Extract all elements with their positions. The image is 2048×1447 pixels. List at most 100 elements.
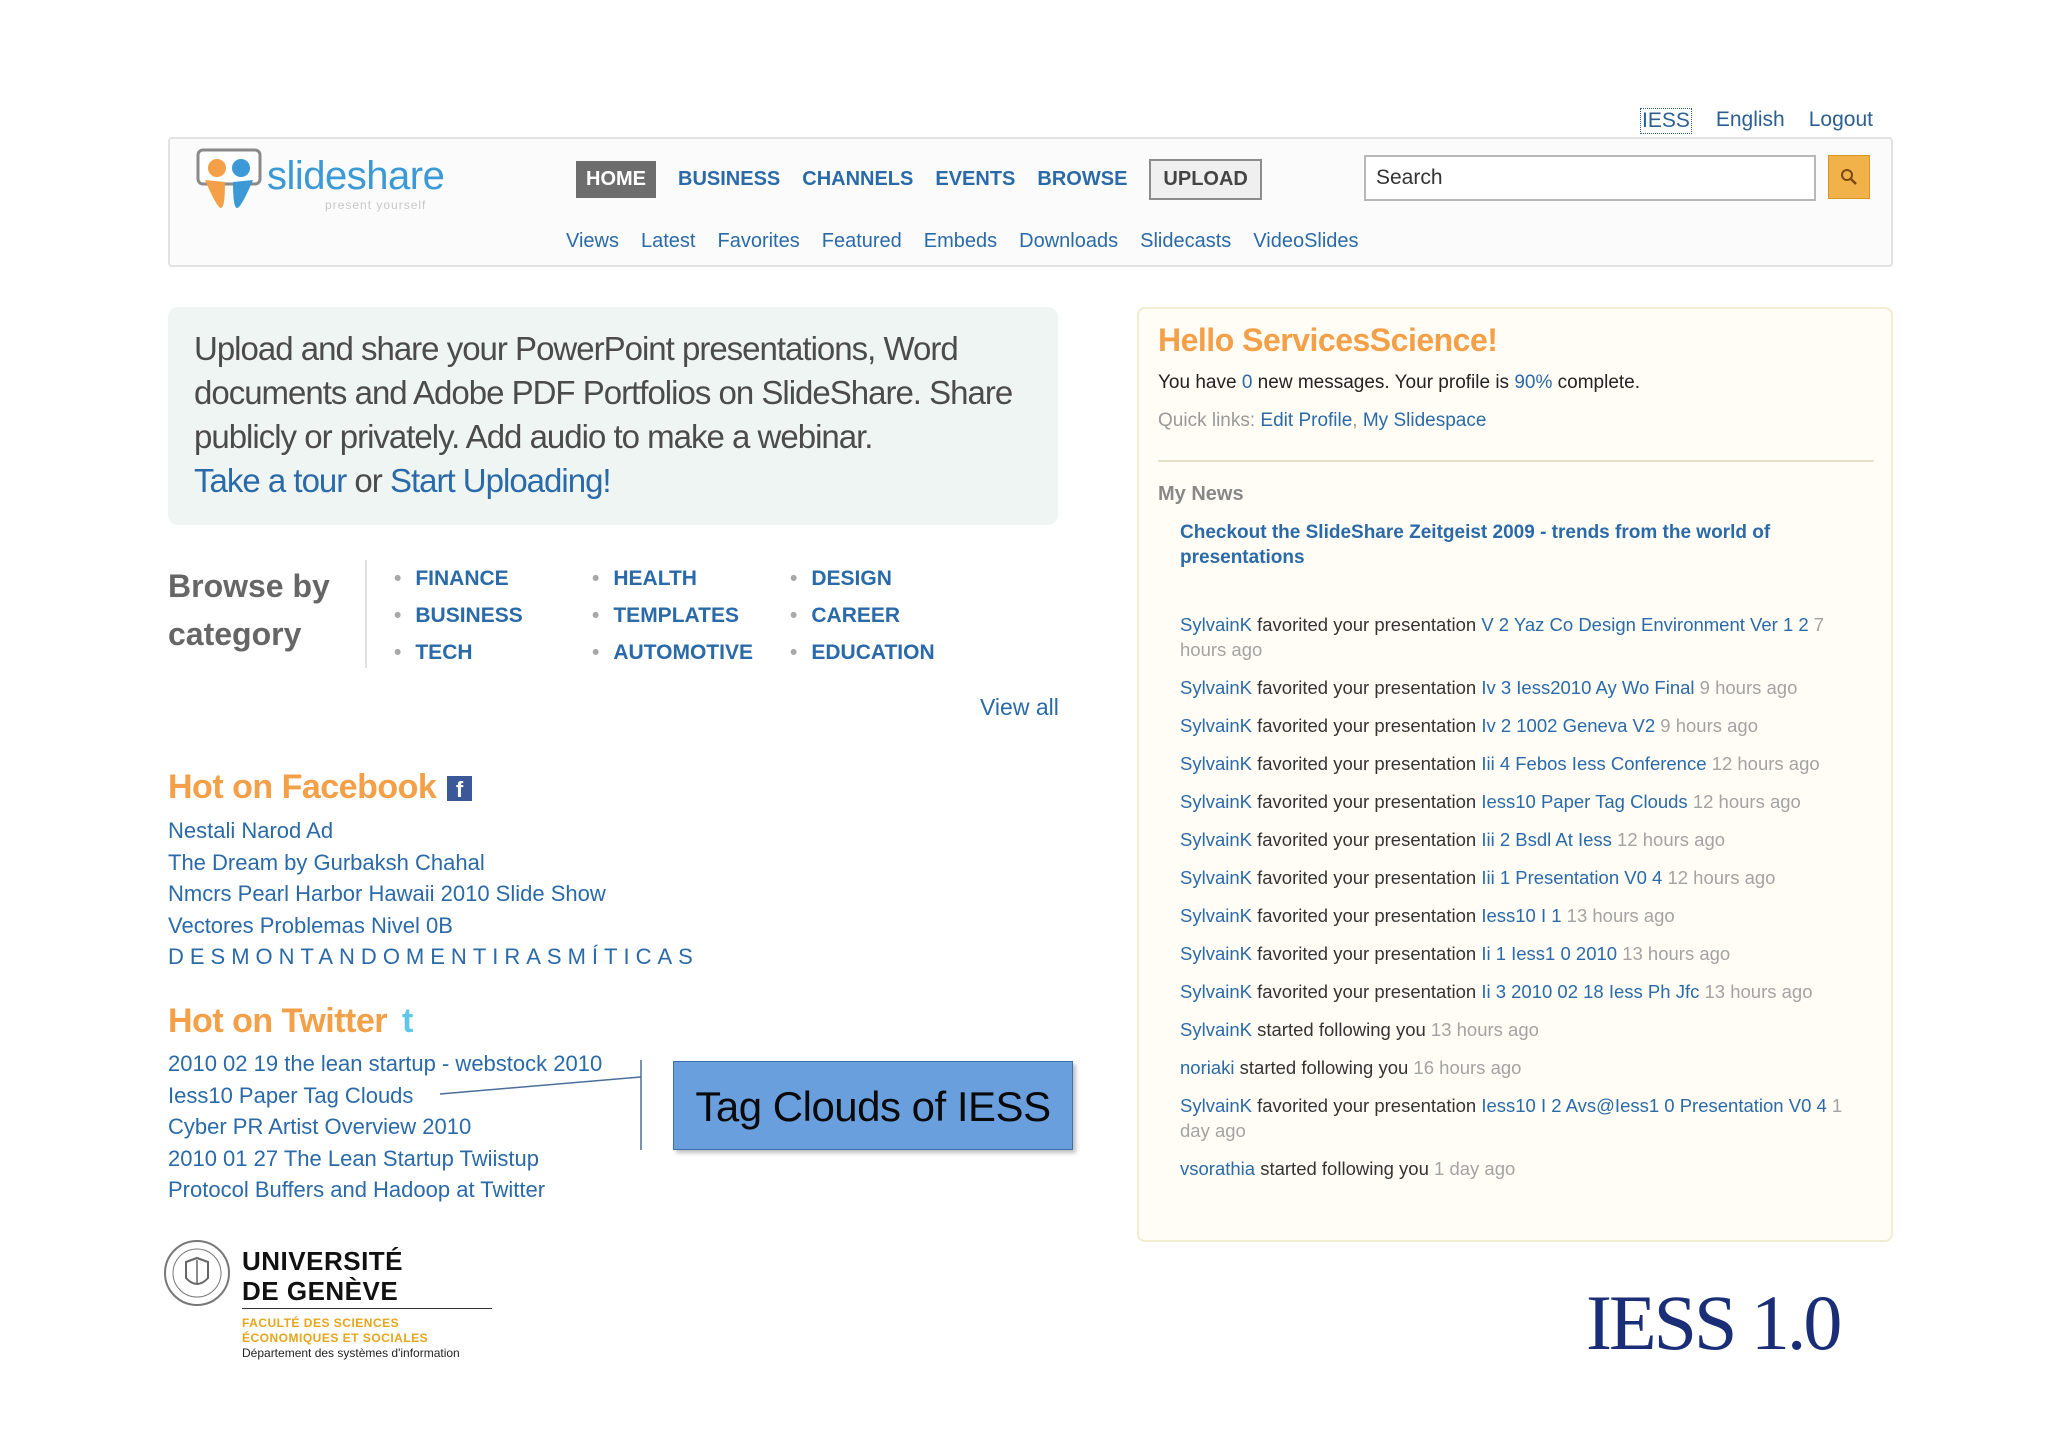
my-news-heading: My News [1158,483,1244,505]
callout-connector [439,1060,642,1150]
category-tech[interactable]: TECH [394,634,523,671]
category-templates[interactable]: TEMPLATES [592,597,753,634]
category-finance[interactable]: FINANCE [394,560,523,597]
feed-time: 12 hours ago [1706,753,1820,774]
feed-item: SylvainK favorited your presentation Ies… [1180,903,1860,928]
facebook-list: Nestali Narod Ad The Dream by Gurbaksh C… [168,815,699,973]
feed-item: SylvainK favorited your presentation Iv … [1180,713,1860,738]
hot-on-facebook-heading: Hot on Facebook [168,768,437,806]
take-tour-link[interactable]: Take a tour [194,462,347,499]
subnav-views[interactable]: Views [566,230,619,253]
feed-user[interactable]: SylvainK [1180,715,1252,736]
zeitgeist-link[interactable]: Checkout the SlideShare Zeitgeist 2009 -… [1180,520,1820,570]
subnav-slidecasts[interactable]: Slidecasts [1140,230,1231,253]
logout-link[interactable]: Logout [1809,108,1873,134]
feed-time: 13 hours ago [1617,943,1731,964]
slideshare-logo[interactable]: slideshare present yourself [195,146,475,216]
feed-verb: favorited your presentation [1251,791,1482,812]
facebook-item[interactable]: Vectores Problemas Nivel 0B [168,910,699,942]
feed-time: 12 hours ago [1687,791,1801,812]
facebook-item[interactable]: The Dream by Gurbaksh Chahal [168,847,699,879]
feed-user[interactable]: SylvainK [1180,614,1252,635]
category-automotive[interactable]: AUTOMOTIVE [592,634,753,671]
universite-geneve-logo: UNIVERSITÉ DE GENÈVE FACULTÉ DES SCIENCE… [162,1238,502,1368]
subnav-downloads[interactable]: Downloads [1019,230,1118,253]
feed-verb: favorited your presentation [1251,867,1482,888]
feed-presentation[interactable]: Ii 3 2010 02 18 Iess Ph Jfc [1481,981,1699,1002]
edit-profile-link[interactable]: Edit Profile [1260,410,1352,431]
subnav-videoslides[interactable]: VideoSlides [1253,230,1358,253]
feed-user[interactable]: SylvainK [1180,905,1252,926]
feed-item: SylvainK started following you 13 hours … [1180,1017,1860,1042]
facebook-item[interactable]: Nmcrs Pearl Harbor Hawaii 2010 Slide Sho… [168,878,699,910]
search-button[interactable] [1828,155,1870,199]
sub-nav: Views Latest Favorites Featured Embeds D… [566,230,1359,253]
quick-links: Quick links: Edit Profile, My Slidespace [1158,410,1486,432]
search-icon [1841,169,1857,185]
twitter-item[interactable]: Protocol Buffers and Hadoop at Twitter [168,1174,602,1206]
category-design[interactable]: DESIGN [790,560,935,597]
message-count[interactable]: 0 [1242,372,1253,393]
unige-rule [242,1308,492,1309]
search-input[interactable] [1364,155,1816,201]
intro-or: or [346,462,390,499]
nav-business[interactable]: BUSINESS [678,168,780,191]
feed-user[interactable]: SylvainK [1180,943,1252,964]
feed-user[interactable]: SylvainK [1180,1095,1252,1116]
language-link[interactable]: English [1716,108,1785,134]
subnav-favorites[interactable]: Favorites [717,230,799,253]
feed-presentation[interactable]: Iii 1 Presentation V0 4 [1481,867,1662,888]
feed-time: 13 hours ago [1425,1019,1539,1040]
feed-presentation[interactable]: Iess10 Paper Tag Clouds [1481,791,1687,812]
feed-presentation[interactable]: Iess10 I 1 [1481,905,1561,926]
feed-presentation[interactable]: Iv 3 Iess2010 Ay Wo Final [1481,677,1694,698]
category-business[interactable]: BUSINESS [394,597,522,634]
facebook-item[interactable]: DESMONTANDOMENTIRASMÍTICAS [168,941,699,973]
feed-user[interactable]: SylvainK [1180,867,1252,888]
nav-channels[interactable]: CHANNELS [802,168,913,191]
unige-line-1: UNIVERSITÉ [242,1246,404,1276]
account-link[interactable]: IESS [1640,108,1692,134]
facebook-item[interactable]: Nestali Narod Ad [168,815,699,847]
category-health[interactable]: HEALTH [592,560,753,597]
subnav-latest[interactable]: Latest [641,230,695,253]
nav-events[interactable]: EVENTS [935,168,1015,191]
logo-tagline: present yourself [325,198,427,212]
nav-browse[interactable]: BROWSE [1037,168,1127,191]
feed-user[interactable]: SylvainK [1180,791,1252,812]
category-education[interactable]: EDUCATION [790,634,934,671]
messages-text-c: complete. [1552,372,1641,393]
upload-button[interactable]: UPLOAD [1149,159,1262,200]
feed-item: SylvainK favorited your presentation Iii… [1180,751,1860,776]
feed-item: SylvainK favorited your presentation Iii… [1180,827,1860,852]
feed-presentation[interactable]: Iii 4 Febos Iess Conference [1481,753,1706,774]
department-line: Département des systèmes d'information [242,1346,460,1360]
view-all-link[interactable]: View all [980,694,1059,721]
feed-presentation[interactable]: Iii 2 Bsdl At Iess [1481,829,1612,850]
main-nav: HOME BUSINESS CHANNELS EVENTS BROWSE UPL… [576,159,1262,200]
subnav-embeds[interactable]: Embeds [924,230,997,253]
start-uploading-link[interactable]: Start Uploading! [390,462,612,499]
feed-presentation[interactable]: V 2 Yaz Co Design Environment Ver 1 2 [1481,614,1808,635]
iess-logo: IESS 1.0 [1586,1279,1842,1366]
feed-verb: favorited your presentation [1251,905,1482,926]
feed-user[interactable]: SylvainK [1180,677,1252,698]
university-seal-icon [164,1240,230,1306]
feed-user[interactable]: SylvainK [1180,753,1252,774]
feed-presentation[interactable]: Iv 2 1002 Geneva V2 [1481,715,1655,736]
category-career[interactable]: CAREER [790,597,935,634]
feed-time: 1 day ago [1428,1158,1516,1179]
feed-presentation[interactable]: Ii 1 Iess1 0 2010 [1481,943,1617,964]
subnav-featured[interactable]: Featured [822,230,902,253]
quick-links-sep: , [1352,410,1363,431]
my-slidespace-link[interactable]: My Slidespace [1363,410,1487,431]
feed-user[interactable]: vsorathia [1180,1158,1255,1179]
feed-presentation[interactable]: Iess10 I 2 Avs@Iess1 0 Presentation V0 4 [1481,1095,1826,1116]
feed-user[interactable]: SylvainK [1180,1019,1252,1040]
feed-user[interactable]: noriaki [1180,1057,1235,1078]
feed-user[interactable]: SylvainK [1180,981,1252,1002]
logo-word-slide: slide [267,154,347,198]
nav-home[interactable]: HOME [576,161,656,198]
feed-user[interactable]: SylvainK [1180,829,1252,850]
profile-percent[interactable]: 90% [1514,372,1552,393]
